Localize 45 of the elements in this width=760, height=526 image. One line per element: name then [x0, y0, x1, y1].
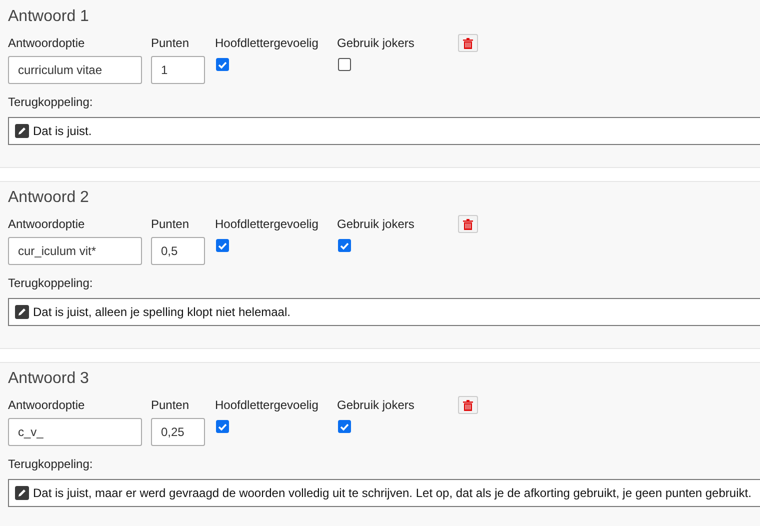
- points-input[interactable]: 0,5: [151, 237, 205, 265]
- case-sensitive-checkbox[interactable]: [216, 239, 229, 252]
- answer-option-input[interactable]: cur_iculum vit*: [8, 237, 142, 265]
- feedback-text: Dat is juist.: [33, 124, 92, 138]
- points-input[interactable]: 0,25: [151, 418, 205, 446]
- delete-button[interactable]: [458, 396, 478, 414]
- feedback-text: Dat is juist, alleen je spelling klopt niet helemaal.: [33, 305, 290, 319]
- case-sensitive-checkbox[interactable]: [216, 420, 229, 433]
- case-sensitive-checkbox[interactable]: [216, 58, 229, 71]
- field-label: Antwoordoptie: [8, 398, 86, 412]
- field-label: Hoofdlettergevoelig: [215, 398, 320, 412]
- pencil-icon: [15, 124, 29, 138]
- jokers-checkbox[interactable]: [338, 420, 351, 433]
- answer-option-input[interactable]: curriculum vitae: [8, 56, 142, 84]
- feedback-label: Terugkoppeling:: [8, 95, 94, 109]
- field-label: Gebruik jokers: [337, 36, 416, 50]
- field-label: Punten: [151, 217, 190, 231]
- answer-title: Antwoord 3: [8, 369, 90, 389]
- feedback-label: Terugkoppeling:: [8, 276, 94, 290]
- jokers-checkbox[interactable]: [338, 58, 351, 71]
- trash-icon: [463, 400, 473, 410]
- field-label: Hoofdlettergevoelig: [215, 36, 320, 50]
- answer-title: Antwoord 2: [8, 188, 90, 208]
- field-label: Antwoordoptie: [8, 36, 86, 50]
- jokers-checkbox[interactable]: [338, 239, 351, 252]
- trash-icon: [463, 218, 473, 230]
- delete-button[interactable]: [458, 215, 478, 233]
- feedback-field[interactable]: Dat is juist, maar er werd gevraagd de woorden volledig uit te schrijven. Let op, dat als je de afkorting gebruikt, je geen punten gebruikt.: [8, 479, 760, 507]
- feedback-text: Dat is juist, maar er werd gevraagd de woorden volledig uit te schrijven. Let op, dat als je de afkorting gebruikt, je geen punten gebruikt.: [33, 486, 752, 500]
- feedback-field[interactable]: Dat is juist.: [8, 117, 760, 145]
- trash-icon: [463, 38, 473, 48]
- pencil-icon: [15, 305, 29, 319]
- points-input[interactable]: 1: [151, 56, 205, 84]
- field-label: Gebruik jokers: [337, 398, 416, 412]
- feedback-label: Terugkoppeling:: [8, 457, 94, 471]
- delete-button[interactable]: [458, 34, 478, 52]
- field-label: Punten: [151, 36, 190, 50]
- answer-title: Antwoord 1: [8, 7, 90, 27]
- answer-option-input[interactable]: c_v_: [8, 418, 142, 446]
- field-label: Antwoordoptie: [8, 217, 86, 231]
- feedback-field[interactable]: Dat is juist, alleen je spelling klopt niet helemaal.: [8, 298, 760, 326]
- field-label: Hoofdlettergevoelig: [215, 217, 320, 231]
- pencil-icon: [15, 486, 29, 500]
- field-label: Gebruik jokers: [337, 217, 416, 231]
- field-label: Punten: [151, 398, 190, 412]
